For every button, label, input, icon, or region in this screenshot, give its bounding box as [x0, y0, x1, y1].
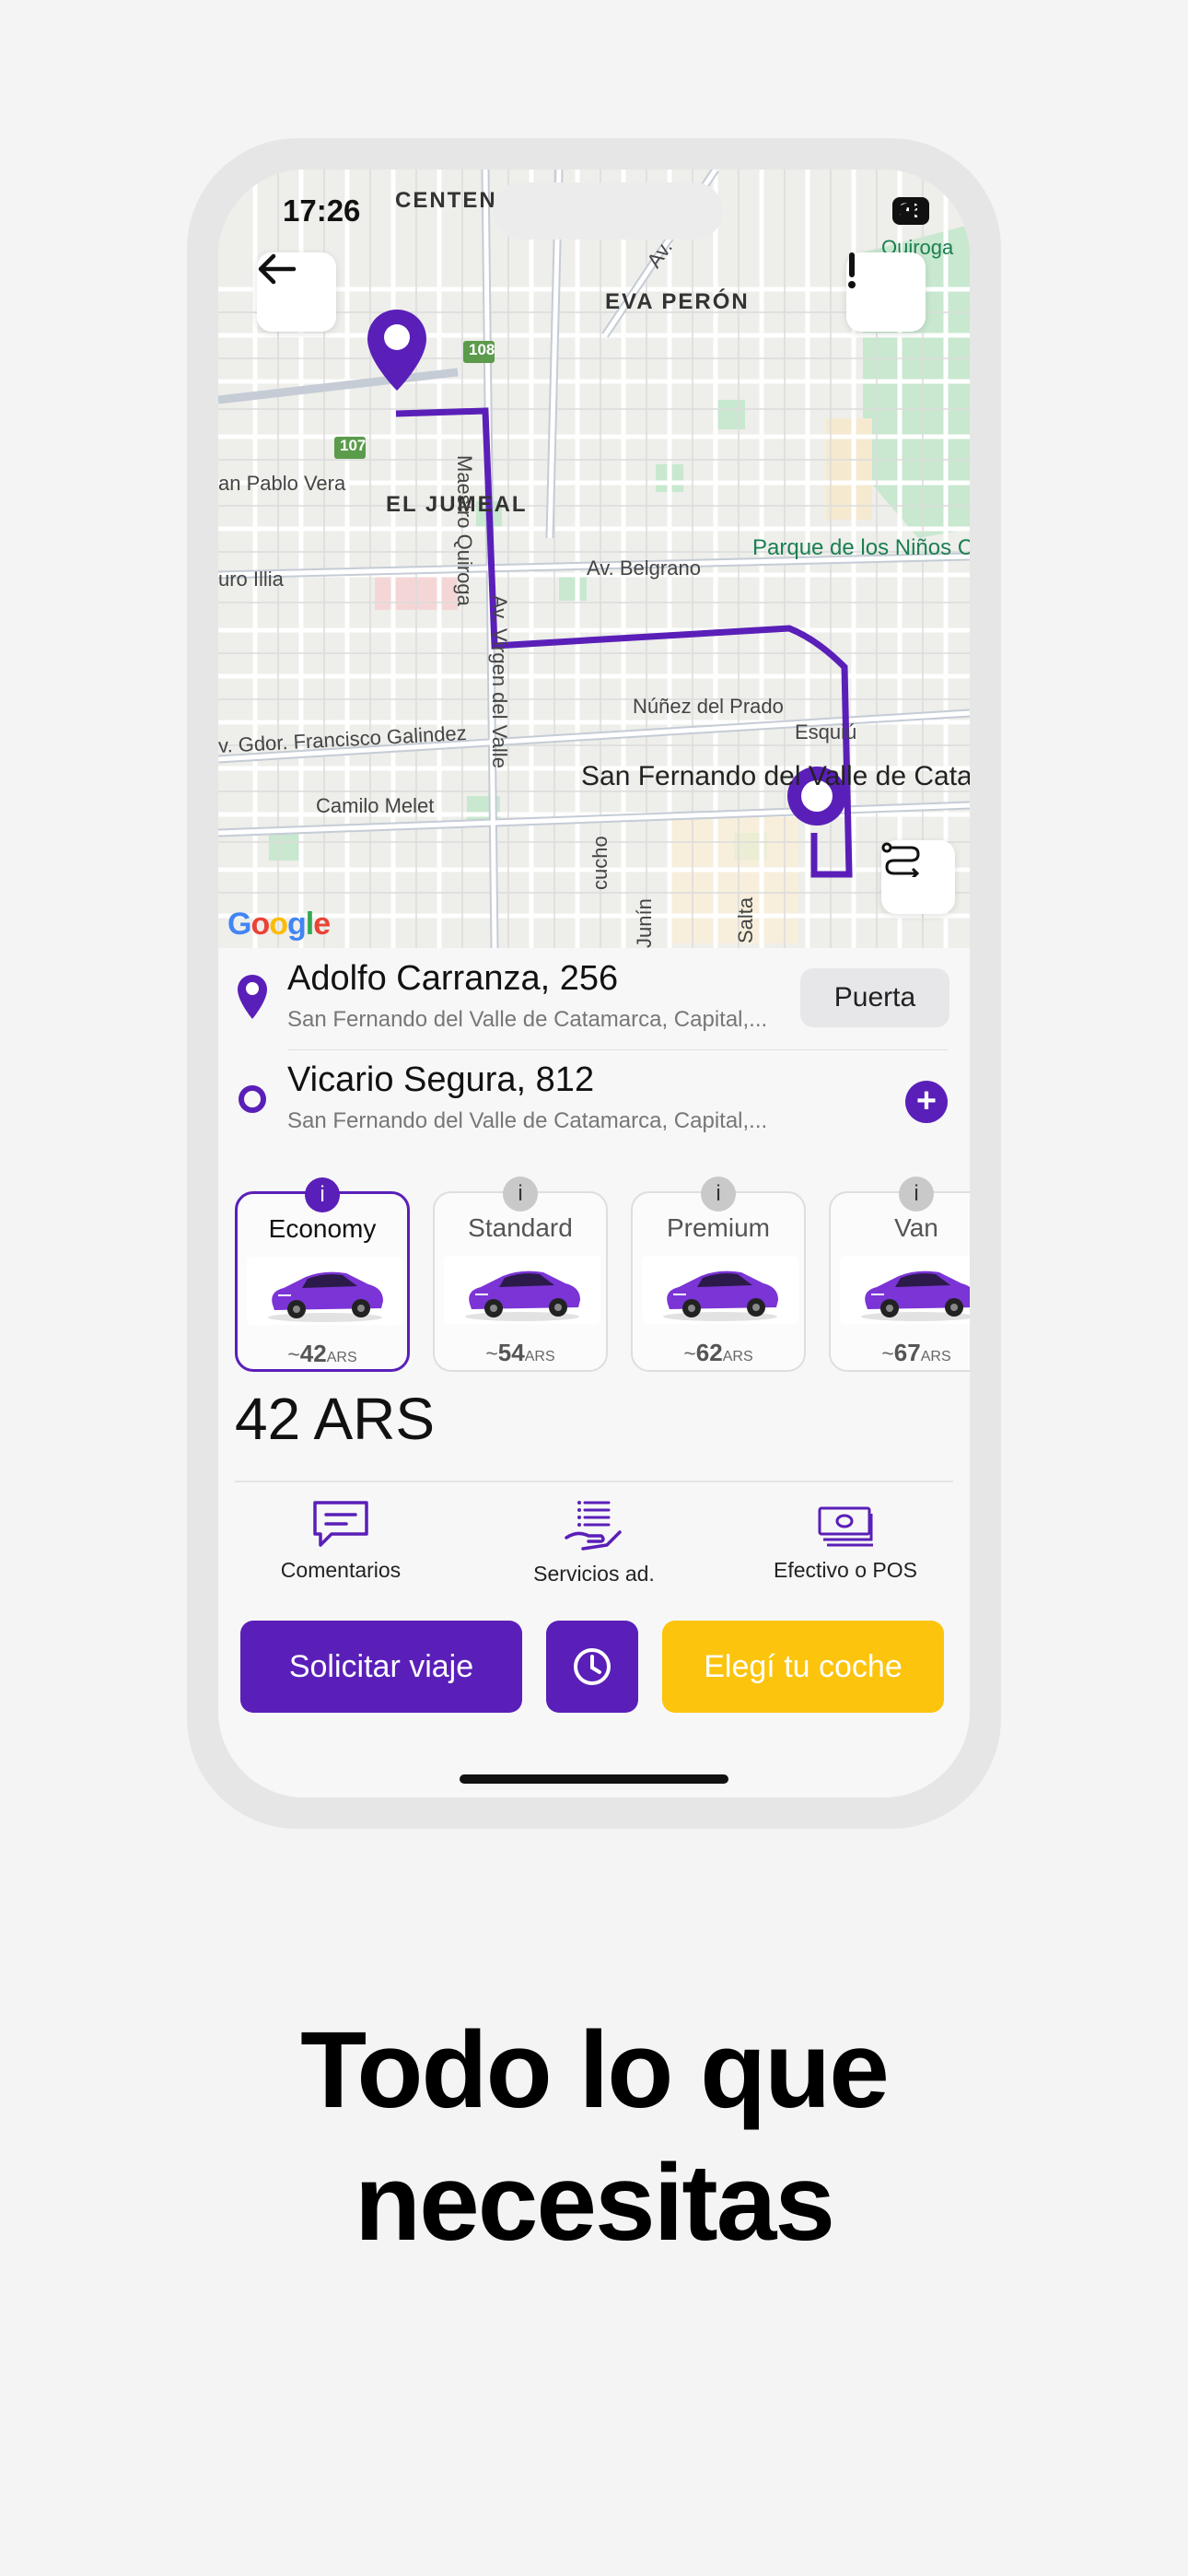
- destination-circle-icon: [239, 1085, 266, 1113]
- car-icon: [268, 1271, 383, 1322]
- info-icon[interactable]: i: [701, 1177, 736, 1212]
- comments-option[interactable]: Comentarios: [226, 1499, 456, 1583]
- origin-pin-icon: [238, 975, 267, 1019]
- clock-icon: [574, 1648, 611, 1685]
- request-ride-button[interactable]: Solicitar viaje: [240, 1621, 522, 1713]
- vehicle-card-van[interactable]: i Van ~67ARS: [829, 1177, 970, 1372]
- map-label-salta: Salta: [734, 896, 757, 943]
- map-label-san-pablo-vera: an Pablo Vera: [218, 472, 346, 495]
- back-button[interactable]: [257, 252, 336, 332]
- fare-divider: [235, 1481, 953, 1482]
- home-indicator: [460, 1774, 728, 1784]
- route-options-button[interactable]: [881, 840, 955, 914]
- schedule-button[interactable]: [546, 1621, 638, 1713]
- vehicle-card-economy[interactable]: i Economy ~42ARS: [235, 1177, 410, 1372]
- map-label-camilo-melet: Camilo Melet: [316, 794, 435, 817]
- status-bar: 17:26 96: [218, 170, 970, 252]
- status-icons: 96: [891, 197, 929, 225]
- cash-icon: [818, 1506, 873, 1547]
- origin-title: Adolfo Carranza, 256: [287, 959, 619, 998]
- origin-pin-icon: [367, 310, 426, 391]
- choose-car-button[interactable]: Elegí tu coche: [662, 1621, 944, 1713]
- map-label-av-virgen: Av. Virgen del Valle: [488, 595, 511, 768]
- fare-total: 42 ARS: [235, 1386, 436, 1452]
- vehicle-name: Premium: [666, 1213, 770, 1242]
- map-label-parque: Parque de los Niños Catamarca: [752, 535, 970, 560]
- car-image: [840, 1256, 970, 1324]
- info-icon[interactable]: i: [899, 1177, 934, 1212]
- origin-row[interactable]: Adolfo Carranza, 256 San Fernando del Va…: [218, 948, 970, 1049]
- car-image: [247, 1257, 403, 1325]
- car-icon: [663, 1270, 778, 1321]
- destination-title: Vicario Segura, 812: [287, 1060, 595, 1099]
- map-label-av-belgrano: Av. Belgrano: [587, 556, 701, 580]
- google-logo: Google: [227, 907, 331, 942]
- route-shield-107: 107: [340, 437, 367, 454]
- destination-row[interactable]: Vicario Segura, 812 San Fernando del Val…: [218, 1049, 970, 1151]
- comments-label: Comentarios: [280, 1558, 402, 1582]
- vehicle-price: ~62ARS: [683, 1339, 753, 1366]
- trip-panel: Adolfo Carranza, 256 San Fernando del Va…: [218, 948, 970, 1797]
- destination-subtitle: San Fernando del Valle de Catamarca, Cap…: [287, 1108, 768, 1133]
- map-label-nunez: Núñez del Prado: [633, 695, 784, 718]
- action-bar: Solicitar viaje Elegí tu coche: [218, 1621, 970, 1715]
- route-icon: [881, 842, 920, 877]
- extra-services-option[interactable]: Servicios ad.: [479, 1499, 709, 1587]
- vehicle-price: ~54ARS: [485, 1339, 555, 1366]
- map-label-maestro-quiroga: Maestro Quiroga: [453, 455, 476, 606]
- origin-subtitle: San Fernando del Valle de Catamarca, Cap…: [287, 1007, 768, 1032]
- vehicle-class-list[interactable]: i Economy ~42ARS i Standard ~54ARS i Pre…: [218, 1167, 970, 1372]
- map-label-cucho: cucho: [588, 836, 611, 890]
- info-icon[interactable]: i: [305, 1177, 340, 1212]
- map-label-esquiu: Esquiú: [795, 720, 857, 744]
- info-icon[interactable]: i: [503, 1177, 538, 1212]
- route-shield-108: 108: [469, 341, 495, 358]
- vehicle-price: ~67ARS: [881, 1339, 951, 1366]
- marketing-headline: Todo lo que necesitas: [0, 2004, 1188, 2269]
- headline-line-1: Todo lo que: [300, 2009, 890, 2131]
- car-image: [444, 1256, 600, 1324]
- arrow-left-icon: [258, 253, 297, 285]
- plus-icon: +: [915, 1082, 938, 1120]
- vehicle-price: ~42ARS: [287, 1340, 357, 1367]
- map-label-city: San Fernando del Valle de Catamarca: [581, 759, 970, 794]
- headline-line-2: necesitas: [355, 2142, 835, 2264]
- map-label-uro-illia: uro Illia: [218, 568, 284, 591]
- door-button[interactable]: Puerta: [800, 968, 949, 1027]
- wifi-icon: [892, 197, 921, 218]
- services-hand-icon: [565, 1501, 622, 1551]
- app-screen: CENTEN EVA PERÓN Av. C Quiroga an Pablo …: [218, 170, 970, 1797]
- exclamation-icon: [848, 252, 856, 288]
- map-view[interactable]: CENTEN EVA PERÓN Av. C Quiroga an Pablo …: [218, 170, 970, 948]
- car-icon: [465, 1270, 580, 1321]
- trip-options: Comentarios Servicios ad. Efectivo o POS: [218, 1499, 970, 1600]
- payment-label: Efectivo o POS: [774, 1558, 917, 1582]
- car-image: [642, 1256, 798, 1324]
- comment-icon: [313, 1501, 368, 1547]
- vehicle-card-standard[interactable]: i Standard ~54ARS: [433, 1177, 608, 1372]
- report-button[interactable]: [846, 252, 926, 332]
- map-label-junin: Junín: [633, 898, 656, 948]
- add-stop-button[interactable]: +: [905, 1081, 948, 1123]
- dynamic-island: [493, 182, 723, 240]
- map-label-eva-peron: EVA PERÓN: [605, 289, 750, 314]
- vehicle-name: Van: [894, 1213, 938, 1242]
- status-time: 17:26: [283, 193, 361, 228]
- car-icon: [861, 1270, 970, 1321]
- vehicle-name: Standard: [468, 1213, 573, 1242]
- vehicle-card-premium[interactable]: i Premium ~62ARS: [631, 1177, 806, 1372]
- vehicle-name: Economy: [268, 1214, 377, 1243]
- payment-option[interactable]: Efectivo o POS: [730, 1499, 961, 1583]
- extra-services-label: Servicios ad.: [533, 1562, 655, 1586]
